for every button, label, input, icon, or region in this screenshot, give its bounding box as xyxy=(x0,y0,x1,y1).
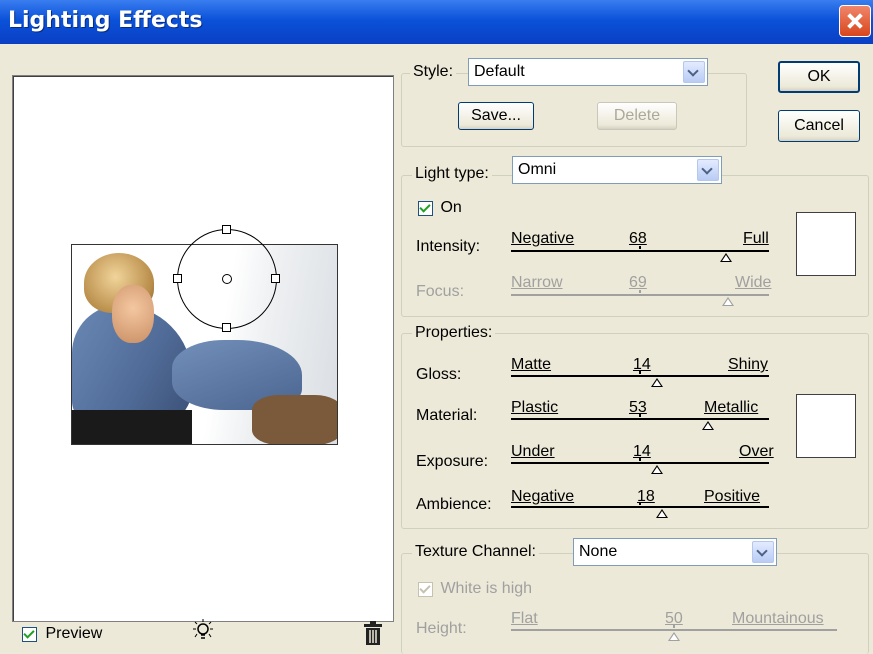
height-min-label: Flat xyxy=(511,610,538,627)
height-slider-track xyxy=(511,629,837,631)
preview-canvas[interactable] xyxy=(12,75,394,622)
exposure-slider-thumb[interactable] xyxy=(651,465,663,474)
intensity-min-label: Negative xyxy=(511,230,575,247)
cancel-button-label: Cancel xyxy=(794,117,844,134)
ok-button-label: OK xyxy=(807,68,831,85)
save-button-label: Save... xyxy=(471,107,521,124)
intensity-slider-thumb[interactable] xyxy=(720,253,732,262)
light-handle-top[interactable] xyxy=(222,225,231,234)
delete-button: Delete xyxy=(597,102,677,130)
gloss-min-label: Matte xyxy=(511,356,552,373)
on-checkbox[interactable] xyxy=(418,200,433,216)
exposure-slider-track[interactable] xyxy=(511,462,769,464)
gloss-label: Gloss: xyxy=(416,366,462,383)
preview-label: Preview xyxy=(45,625,103,642)
focus-min-label: Narrow xyxy=(511,274,563,291)
focus-tick xyxy=(639,290,641,293)
ambience-slider-thumb[interactable] xyxy=(656,509,668,518)
white-is-high-label: White is high xyxy=(440,580,533,597)
gloss-value: 14 xyxy=(633,356,651,373)
trash-icon[interactable] xyxy=(362,620,384,651)
focus-slider-track xyxy=(511,294,769,296)
material-min-label: Plastic xyxy=(511,399,559,416)
gloss-tick xyxy=(639,371,641,374)
white-is-high-row: White is high xyxy=(418,580,532,598)
intensity-label: Intensity: xyxy=(416,238,481,255)
texture-channel-select[interactable]: None xyxy=(573,538,777,566)
light-type-select[interactable]: Omni xyxy=(512,156,722,184)
ambience-label: Ambience: xyxy=(416,496,492,513)
window-title: Lighting Effects xyxy=(8,8,203,33)
texture-channel-label: Texture Channel: xyxy=(412,543,539,561)
focus-value: 69 xyxy=(629,274,647,291)
focus-label: Focus: xyxy=(416,283,465,300)
intensity-value: 68 xyxy=(629,230,647,247)
close-icon[interactable] xyxy=(839,5,871,37)
ok-button[interactable]: OK xyxy=(778,61,860,93)
height-slider-thumb xyxy=(668,632,680,641)
material-max-label: Metallic xyxy=(704,399,759,416)
style-select[interactable]: Default xyxy=(468,58,708,86)
height-max-label: Mountainous xyxy=(732,610,824,627)
light-type-value: Omni xyxy=(518,161,557,178)
texture-group xyxy=(401,553,869,654)
light-type-label: Light type: xyxy=(412,165,492,183)
light-handle-bottom[interactable] xyxy=(222,323,231,332)
focus-max-label: Wide xyxy=(735,274,772,291)
ambience-max-label: Positive xyxy=(704,488,761,505)
light-color-swatch[interactable] xyxy=(796,212,856,276)
exposure-label: Exposure: xyxy=(416,453,489,470)
style-label: Style: xyxy=(410,63,457,81)
chevron-down-icon[interactable] xyxy=(697,159,719,181)
gloss-max-label: Shiny xyxy=(728,356,769,373)
title-bar: Lighting Effects xyxy=(0,0,873,44)
light-bulb-icon[interactable] xyxy=(190,618,216,649)
preview-checkbox[interactable] xyxy=(22,626,37,642)
on-label: On xyxy=(440,199,462,216)
material-slider-thumb[interactable] xyxy=(702,421,714,430)
cancel-button[interactable]: Cancel xyxy=(778,110,860,142)
gloss-slider-thumb[interactable] xyxy=(651,378,663,387)
material-label: Material: xyxy=(416,407,478,424)
material-value: 53 xyxy=(629,399,647,416)
material-tick xyxy=(639,414,641,417)
intensity-max-label: Full xyxy=(743,230,769,247)
focus-slider-thumb xyxy=(722,297,734,306)
chevron-down-icon[interactable] xyxy=(752,541,774,563)
light-handle-left[interactable] xyxy=(173,274,182,283)
ambience-tick xyxy=(639,502,641,505)
white-is-high-checkbox xyxy=(418,581,433,597)
intensity-tick xyxy=(639,246,641,249)
ambience-slider-track[interactable] xyxy=(511,506,769,508)
save-button[interactable]: Save... xyxy=(458,102,534,130)
ambience-min-label: Negative xyxy=(511,488,575,505)
exposure-min-label: Under xyxy=(511,443,555,460)
light-handle-right[interactable] xyxy=(271,274,280,283)
exposure-max-label: Over xyxy=(739,443,774,460)
style-select-value: Default xyxy=(474,63,525,80)
exposure-tick xyxy=(639,458,641,461)
material-slider-track[interactable] xyxy=(511,418,769,420)
height-label: Height: xyxy=(416,620,467,637)
exposure-value: 14 xyxy=(633,443,651,460)
gloss-slider-track[interactable] xyxy=(511,375,769,377)
texture-channel-value: None xyxy=(579,543,618,560)
preview-checkbox-row[interactable]: Preview xyxy=(22,625,102,643)
delete-button-label: Delete xyxy=(613,107,661,124)
chevron-down-icon[interactable] xyxy=(683,61,705,83)
intensity-slider-track[interactable] xyxy=(511,250,769,252)
light-center-handle[interactable] xyxy=(222,274,232,284)
properties-label: Properties: xyxy=(412,324,496,342)
on-checkbox-row[interactable]: On xyxy=(418,199,462,217)
ambience-color-swatch[interactable] xyxy=(796,394,856,458)
height-tick xyxy=(673,625,675,628)
